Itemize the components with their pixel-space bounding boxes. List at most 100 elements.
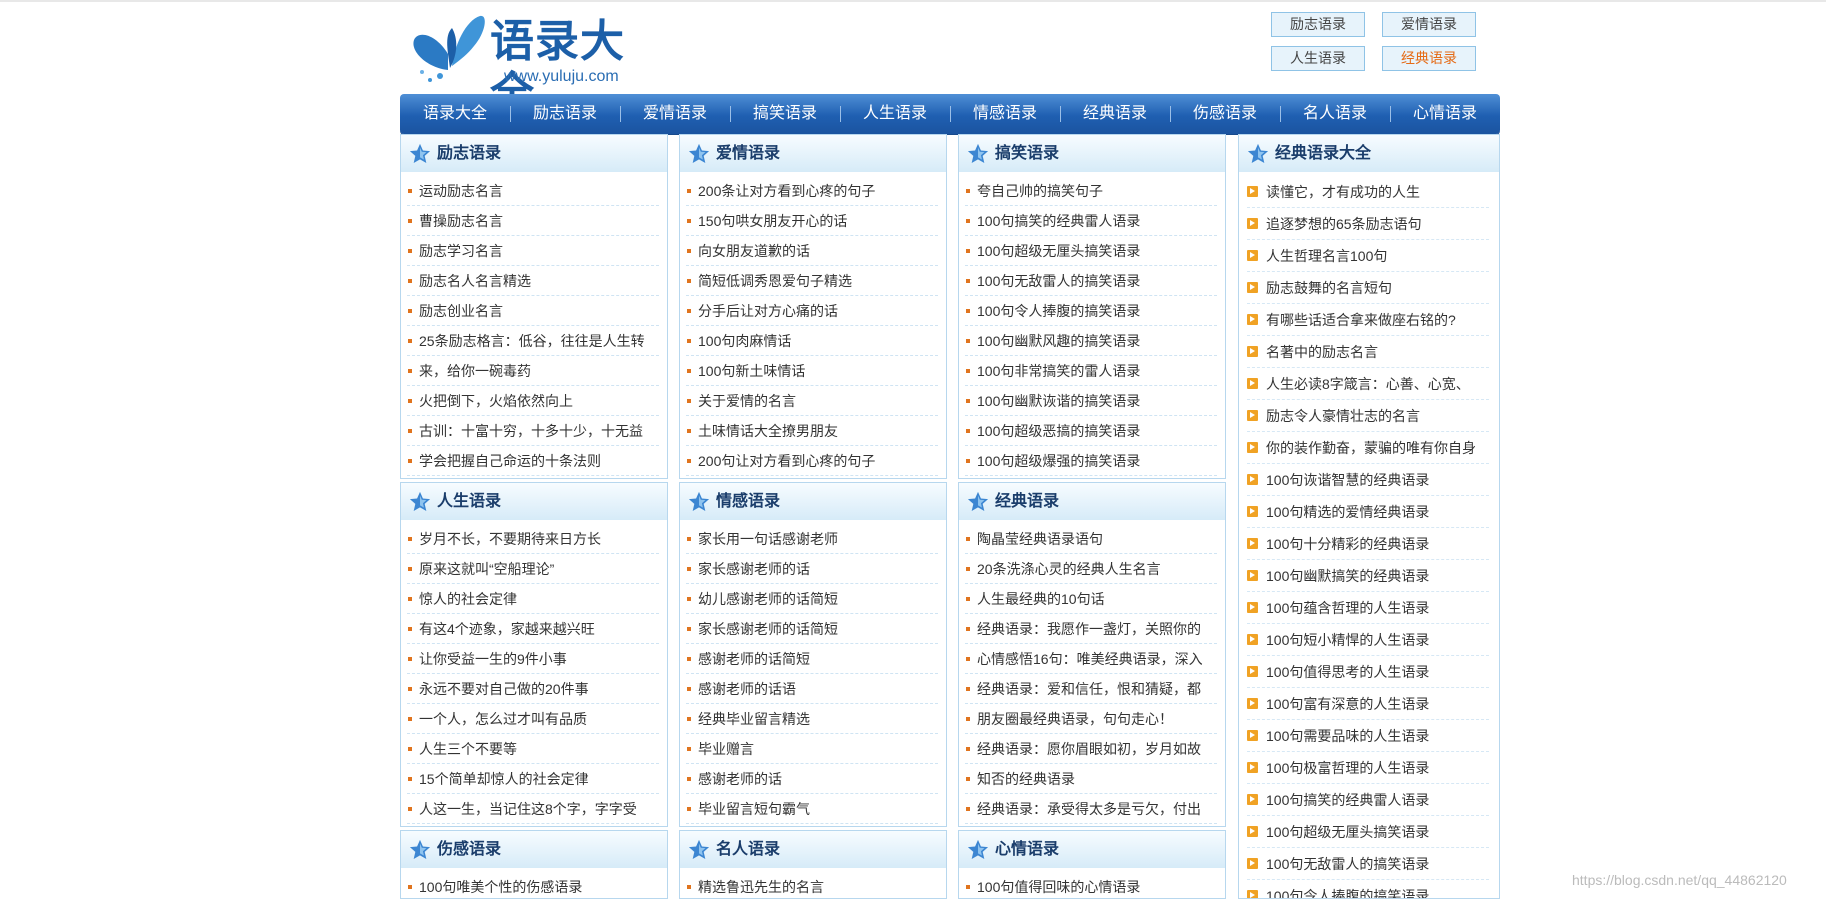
list-item[interactable]: 毕业赠言 <box>686 734 938 764</box>
list-item[interactable]: 150句哄女朋友开心的话 <box>686 206 938 236</box>
list-item[interactable]: 经典毕业留言精选 <box>686 704 938 734</box>
list-item[interactable]: 感谢老师的话 <box>686 764 938 794</box>
nav-item[interactable]: 爱情语录 <box>620 94 730 134</box>
nav-item[interactable]: 经典语录 <box>1060 94 1170 134</box>
list-item[interactable]: 100句幽默诙谐的搞笑语录 <box>965 386 1217 416</box>
panel-title[interactable]: 名人语录 <box>716 831 780 869</box>
list-item[interactable]: 人生三个不要等 <box>407 734 659 764</box>
list-item[interactable]: 感谢老师的话语 <box>686 674 938 704</box>
sidebar-list-item[interactable]: 100句幽默搞笑的经典语录 <box>1247 560 1489 592</box>
list-item[interactable]: 让你受益一生的9件小事 <box>407 644 659 674</box>
sidebar-list-item[interactable]: 人生哲理名言100句 <box>1247 240 1489 272</box>
sidebar-list-item[interactable]: 人生必读8字箴言：心善、心宽、 <box>1247 368 1489 400</box>
list-item[interactable]: 朋友圈最经典语录，句句走心！ <box>965 704 1217 734</box>
sidebar-list-item[interactable]: 100句搞笑的经典雷人语录 <box>1247 784 1489 816</box>
list-item[interactable]: 一个人，怎么过才叫有品质 <box>407 704 659 734</box>
list-item[interactable]: 励志学习名言 <box>407 236 659 266</box>
sidebar-list-item[interactable]: 追逐梦想的65条励志语句 <box>1247 208 1489 240</box>
list-item[interactable]: 曹操励志名言 <box>407 206 659 236</box>
sidebar-list-item[interactable]: 100句值得思考的人生语录 <box>1247 656 1489 688</box>
panel-title[interactable]: 心情语录 <box>995 831 1059 869</box>
list-item[interactable]: 分手后让对方心痛的话 <box>686 296 938 326</box>
panel-title[interactable]: 励志语录 <box>437 135 501 173</box>
nav-item[interactable]: 名人语录 <box>1280 94 1390 134</box>
list-item[interactable]: 100句值得回味的心情语录 <box>965 872 1217 899</box>
list-item[interactable]: 励志名人名言精选 <box>407 266 659 296</box>
list-item[interactable]: 毕业留言短句霸气 <box>686 794 938 824</box>
sidebar-list-item[interactable]: 励志鼓舞的名言短句 <box>1247 272 1489 304</box>
list-item[interactable]: 200条让对方看到心疼的句子 <box>686 176 938 206</box>
sidebar-list-item[interactable]: 100句无敌雷人的搞笑语录 <box>1247 848 1489 880</box>
nav-item[interactable]: 心情语录 <box>1390 94 1500 134</box>
list-item[interactable]: 惊人的社会定律 <box>407 584 659 614</box>
panel-title[interactable]: 搞笑语录 <box>995 135 1059 173</box>
list-item[interactable]: 古训：十富十穷，十多十少，十无益 <box>407 416 659 446</box>
list-item[interactable]: 简短低调秀恩爱句子精选 <box>686 266 938 296</box>
list-item[interactable]: 经典语录：承受得太多是亏欠，付出 <box>965 794 1217 824</box>
list-item[interactable]: 感谢老师的话简短 <box>686 644 938 674</box>
list-item[interactable]: 家长感谢老师的话 <box>686 554 938 584</box>
sidebar-list-item[interactable]: 名著中的励志名言 <box>1247 336 1489 368</box>
sidebar-list-item[interactable]: 读懂它，才有成功的人生 <box>1247 176 1489 208</box>
list-item[interactable]: 20条洗涤心灵的经典人生名言 <box>965 554 1217 584</box>
list-item[interactable]: 100句新土味情话 <box>686 356 938 386</box>
list-item[interactable]: 100句超级恶搞的搞笑语录 <box>965 416 1217 446</box>
sidebar-list-item[interactable]: 你的装作勤奋，蒙骗的唯有你自身 <box>1247 432 1489 464</box>
list-item[interactable]: 运动励志名言 <box>407 176 659 206</box>
list-item[interactable]: 夸自己帅的搞笑句子 <box>965 176 1217 206</box>
sidebar-list-item[interactable]: 励志令人豪情壮志的名言 <box>1247 400 1489 432</box>
quick-link-jingdian[interactable]: 经典语录 <box>1382 46 1476 71</box>
list-item[interactable]: 幼儿感谢老师的话简短 <box>686 584 938 614</box>
list-item[interactable]: 经典语录：我愿作一盏灯，关照你的 <box>965 614 1217 644</box>
list-item[interactable]: 学会把握自己命运的十条法则 <box>407 446 659 476</box>
sidebar-list-item[interactable]: 100句富有深意的人生语录 <box>1247 688 1489 720</box>
quick-link-rensheng[interactable]: 人生语录 <box>1271 46 1365 71</box>
list-item[interactable]: 向女朋友道歉的话 <box>686 236 938 266</box>
list-item[interactable]: 关于爱情的名言 <box>686 386 938 416</box>
list-item[interactable]: 25条励志格言：低谷，往往是人生转 <box>407 326 659 356</box>
list-item[interactable]: 陶晶莹经典语录语句 <box>965 524 1217 554</box>
list-item[interactable]: 人生最经典的10句话 <box>965 584 1217 614</box>
list-item[interactable]: 经典语录：愿你眉眼如初，岁月如故 <box>965 734 1217 764</box>
quick-link-lizhi[interactable]: 励志语录 <box>1271 12 1365 37</box>
list-item[interactable]: 心情感悟16句：唯美经典语录，深入 <box>965 644 1217 674</box>
panel-title[interactable]: 伤感语录 <box>437 831 501 869</box>
sidebar-list-item[interactable]: 100句超级无厘头搞笑语录 <box>1247 816 1489 848</box>
list-item[interactable]: 精选鲁迅先生的名言 <box>686 872 938 899</box>
sidebar-list-item[interactable]: 100句短小精悍的人生语录 <box>1247 624 1489 656</box>
list-item[interactable]: 永远不要对自己做的20件事 <box>407 674 659 704</box>
panel-title[interactable]: 爱情语录 <box>716 135 780 173</box>
sidebar-list-item[interactable]: 有哪些话适合拿来做座右铭的? <box>1247 304 1489 336</box>
list-item[interactable]: 励志创业名言 <box>407 296 659 326</box>
list-item[interactable]: 人这一生，当记住这8个字，字字受 <box>407 794 659 824</box>
sidebar-list-item[interactable]: 100句需要品味的人生语录 <box>1247 720 1489 752</box>
site-logo[interactable]: 语录大全 www.yuluju.com <box>408 10 668 119</box>
nav-item[interactable]: 伤感语录 <box>1170 94 1280 134</box>
list-item[interactable]: 200句让对方看到心疼的句子 <box>686 446 938 476</box>
sidebar-list-item[interactable]: 100句令人捧腹的搞笑语录 <box>1247 880 1489 898</box>
panel-title[interactable]: 情感语录 <box>716 483 780 521</box>
list-item[interactable]: 原来这就叫“空船理论” <box>407 554 659 584</box>
nav-item[interactable]: 励志语录 <box>510 94 620 134</box>
list-item[interactable]: 100句肉麻情话 <box>686 326 938 356</box>
list-item[interactable]: 100句唯美个性的伤感语录 <box>407 872 659 899</box>
list-item[interactable]: 100句非常搞笑的雷人语录 <box>965 356 1217 386</box>
list-item[interactable]: 100句超级无厘头搞笑语录 <box>965 236 1217 266</box>
list-item[interactable]: 100句超级爆强的搞笑语录 <box>965 446 1217 476</box>
list-item[interactable]: 土味情话大全撩男朋友 <box>686 416 938 446</box>
sidebar-list-item[interactable]: 100句精选的爱情经典语录 <box>1247 496 1489 528</box>
list-item[interactable]: 家长感谢老师的话简短 <box>686 614 938 644</box>
panel-title[interactable]: 经典语录 <box>995 483 1059 521</box>
nav-item[interactable]: 搞笑语录 <box>730 94 840 134</box>
nav-item[interactable]: 人生语录 <box>840 94 950 134</box>
list-item[interactable]: 家长用一句话感谢老师 <box>686 524 938 554</box>
list-item[interactable]: 15个简单却惊人的社会定律 <box>407 764 659 794</box>
list-item[interactable]: 100句无敌雷人的搞笑语录 <box>965 266 1217 296</box>
nav-item[interactable]: 语录大全 <box>400 94 510 134</box>
list-item[interactable]: 来，给你一碗毒药 <box>407 356 659 386</box>
list-item[interactable]: 岁月不长，不要期待来日方长 <box>407 524 659 554</box>
list-item[interactable]: 100句令人捧腹的搞笑语录 <box>965 296 1217 326</box>
sidebar-list-item[interactable]: 100句极富哲理的人生语录 <box>1247 752 1489 784</box>
list-item[interactable]: 经典语录：爱和信任，恨和猜疑，都 <box>965 674 1217 704</box>
sidebar-list-item[interactable]: 100句蕴含哲理的人生语录 <box>1247 592 1489 624</box>
